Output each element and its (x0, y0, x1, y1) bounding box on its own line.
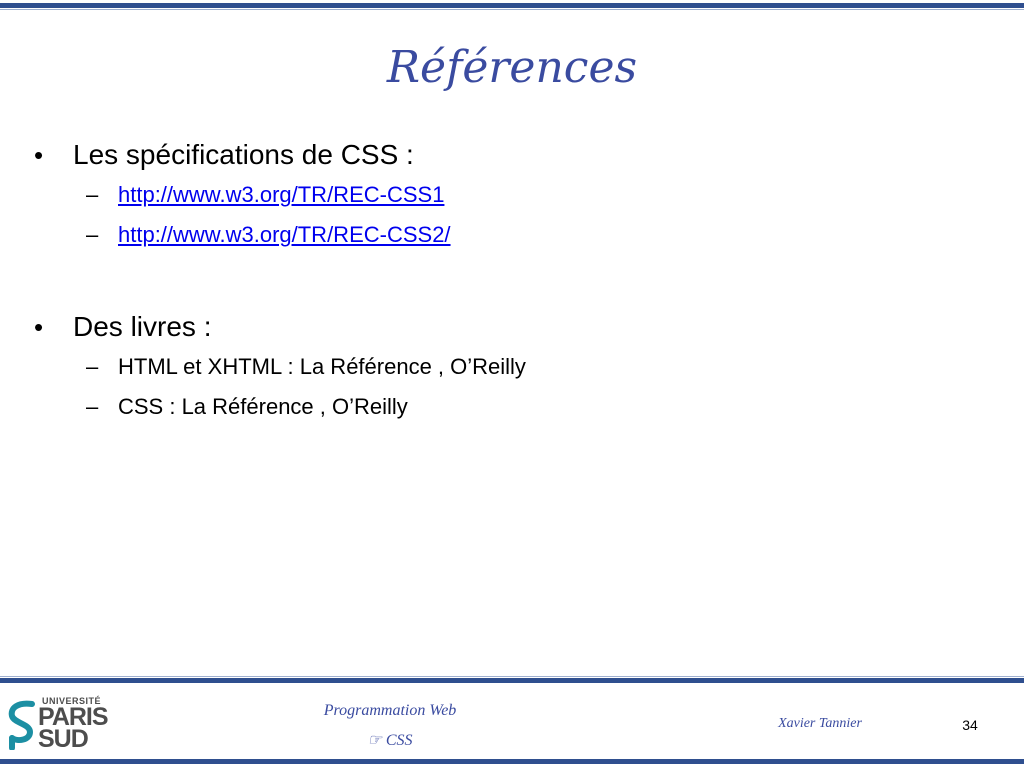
footer-rule (0, 676, 1024, 684)
footer-rule-thick (0, 678, 1024, 683)
bullet-specifications: • Les spécifications de CSS : (30, 135, 990, 175)
link-rec-css2[interactable]: http://www.w3.org/TR/REC-CSS2/ (118, 215, 451, 255)
dash-icon: – (86, 354, 99, 379)
bullet-text: Des livres : (73, 311, 212, 342)
sub-item-html-book: – HTML et XHTML : La Référence , O’Reill… (30, 347, 990, 387)
book-css: CSS : La Référence , O’Reilly (118, 394, 408, 419)
header-rule-thin (0, 9, 1024, 10)
footer-rule-thin (0, 676, 1024, 677)
header-rule-thick (0, 3, 1024, 8)
footer-course: Programmation Web ☞ CSS (250, 696, 530, 756)
logo-sud: SUD (38, 725, 89, 753)
hand-pointing-icon: ☞ (367, 732, 382, 749)
sub-item-css2: – http://www.w3.org/TR/REC-CSS2/ (30, 215, 990, 255)
bottom-bar (0, 759, 1024, 764)
footer-author: Xavier Tannier (778, 716, 862, 731)
university-logo: UNIVERSITÉ PARIS SUD (8, 696, 112, 752)
book-html-xhtml: HTML et XHTML : La Référence , O’Reilly (118, 354, 526, 379)
dash-icon: – (86, 394, 99, 419)
course-title: Programmation Web (323, 702, 457, 719)
sub-item-css1: – http://www.w3.org/TR/REC-CSS1 (30, 175, 990, 215)
paris-sud-s-icon (8, 700, 35, 750)
slide-title: Références (386, 42, 638, 93)
sub-item-css-book: – CSS : La Référence , O’Reilly (30, 387, 990, 427)
course-topic: ☞ CSS (250, 726, 530, 756)
bullet-icon: • (34, 140, 44, 170)
dash-icon: – (86, 222, 99, 247)
dash-icon: – (86, 182, 99, 207)
header-bar (0, 0, 1024, 10)
bullet-livres: • Des livres : (30, 307, 990, 347)
bullet-text: Les spécifications de CSS : (73, 139, 414, 170)
slide-content: • Les spécifications de CSS : – http://w… (30, 135, 990, 427)
page-number: 34 (962, 717, 978, 733)
topic-text: CSS (385, 732, 413, 749)
bullet-icon: • (34, 312, 44, 342)
link-rec-css1[interactable]: http://www.w3.org/TR/REC-CSS1 (118, 175, 444, 215)
